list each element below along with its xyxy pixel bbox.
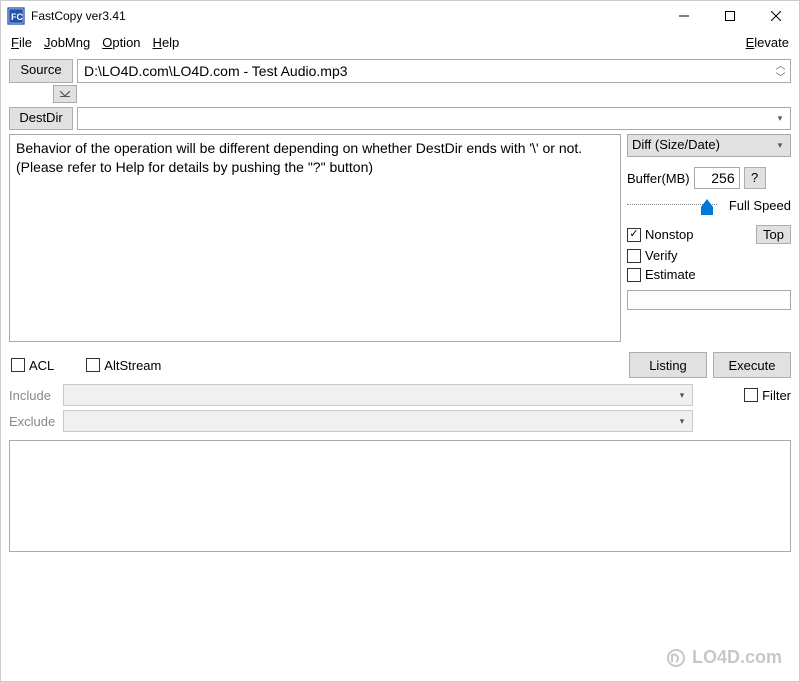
- acl-label: ACL: [29, 358, 54, 373]
- filter-checkbox[interactable]: [744, 388, 758, 402]
- altstream-checkbox[interactable]: [86, 358, 100, 372]
- filter-label: Filter: [762, 388, 791, 403]
- mode-value: Diff (Size/Date): [632, 137, 720, 152]
- menu-jobmng[interactable]: JobMng: [38, 34, 96, 51]
- buffer-label: Buffer(MB): [627, 171, 690, 186]
- speed-slider[interactable]: Full Speed: [627, 195, 791, 221]
- include-combo[interactable]: ▾: [63, 384, 693, 406]
- mode-combo[interactable]: Diff (Size/Date) ▾: [627, 134, 791, 157]
- minimize-button[interactable]: [661, 1, 707, 31]
- nonstop-checkbox[interactable]: ✓: [627, 228, 641, 242]
- verify-label: Verify: [645, 248, 678, 263]
- acl-checkbox[interactable]: [11, 358, 25, 372]
- watermark: LO4D.com: [666, 647, 782, 668]
- chevron-down-icon[interactable]: ▾: [772, 110, 788, 127]
- source-value: D:\LO4D.com\LO4D.com - Test Audio.mp3: [84, 63, 348, 79]
- speed-label: Full Speed: [729, 198, 791, 213]
- window-controls: [661, 1, 799, 31]
- exclude-combo[interactable]: ▾: [63, 410, 693, 432]
- execute-button[interactable]: Execute: [713, 352, 791, 378]
- help-button[interactable]: ?: [744, 167, 766, 189]
- nonstop-label: Nonstop: [645, 227, 693, 242]
- source-scrollbar[interactable]: ︿ ﹀: [772, 61, 789, 81]
- source-button[interactable]: Source: [9, 59, 73, 83]
- chevron-down-icon[interactable]: ▾: [674, 413, 690, 430]
- listing-button[interactable]: Listing: [629, 352, 707, 378]
- exclude-label: Exclude: [9, 414, 63, 429]
- top-button[interactable]: Top: [756, 225, 791, 244]
- menu-help[interactable]: Help: [147, 34, 186, 51]
- altstream-label: AltStream: [104, 358, 161, 373]
- menu-elevate[interactable]: Elevate: [742, 34, 793, 51]
- maximize-button[interactable]: [707, 1, 753, 31]
- slider-thumb[interactable]: [701, 195, 713, 215]
- include-label: Include: [9, 388, 63, 403]
- svg-text:FC: FC: [11, 12, 23, 22]
- destdir-combo[interactable]: ▾: [77, 107, 791, 130]
- source-history-dropdown[interactable]: [53, 85, 77, 103]
- menu-option[interactable]: Option: [96, 34, 146, 51]
- close-button[interactable]: [753, 1, 799, 31]
- menu-file[interactable]: File: [5, 34, 38, 51]
- scroll-up-icon[interactable]: ︿: [772, 61, 789, 73]
- scroll-down-icon[interactable]: ﹀: [772, 73, 789, 85]
- destdir-button[interactable]: DestDir: [9, 107, 73, 130]
- info-line2: (Please refer to Help for details by pus…: [16, 158, 614, 177]
- info-panel: Behavior of the operation will be differ…: [9, 134, 621, 342]
- menubar: File JobMng Option Help Elevate: [1, 31, 799, 53]
- window-title: FastCopy ver3.41: [31, 9, 126, 23]
- status-box: [627, 290, 791, 310]
- estimate-label: Estimate: [645, 267, 696, 282]
- source-input[interactable]: D:\LO4D.com\LO4D.com - Test Audio.mp3 ︿ …: [77, 59, 791, 83]
- estimate-checkbox[interactable]: [627, 268, 641, 282]
- app-icon: FC: [7, 7, 25, 25]
- chevron-down-icon[interactable]: ▾: [674, 387, 690, 404]
- log-panel: [9, 440, 791, 552]
- chevron-down-icon[interactable]: ▾: [772, 137, 788, 154]
- buffer-input[interactable]: [694, 167, 740, 189]
- titlebar: FC FastCopy ver3.41: [1, 1, 799, 31]
- verify-checkbox[interactable]: [627, 249, 641, 263]
- info-line1: Behavior of the operation will be differ…: [16, 139, 614, 158]
